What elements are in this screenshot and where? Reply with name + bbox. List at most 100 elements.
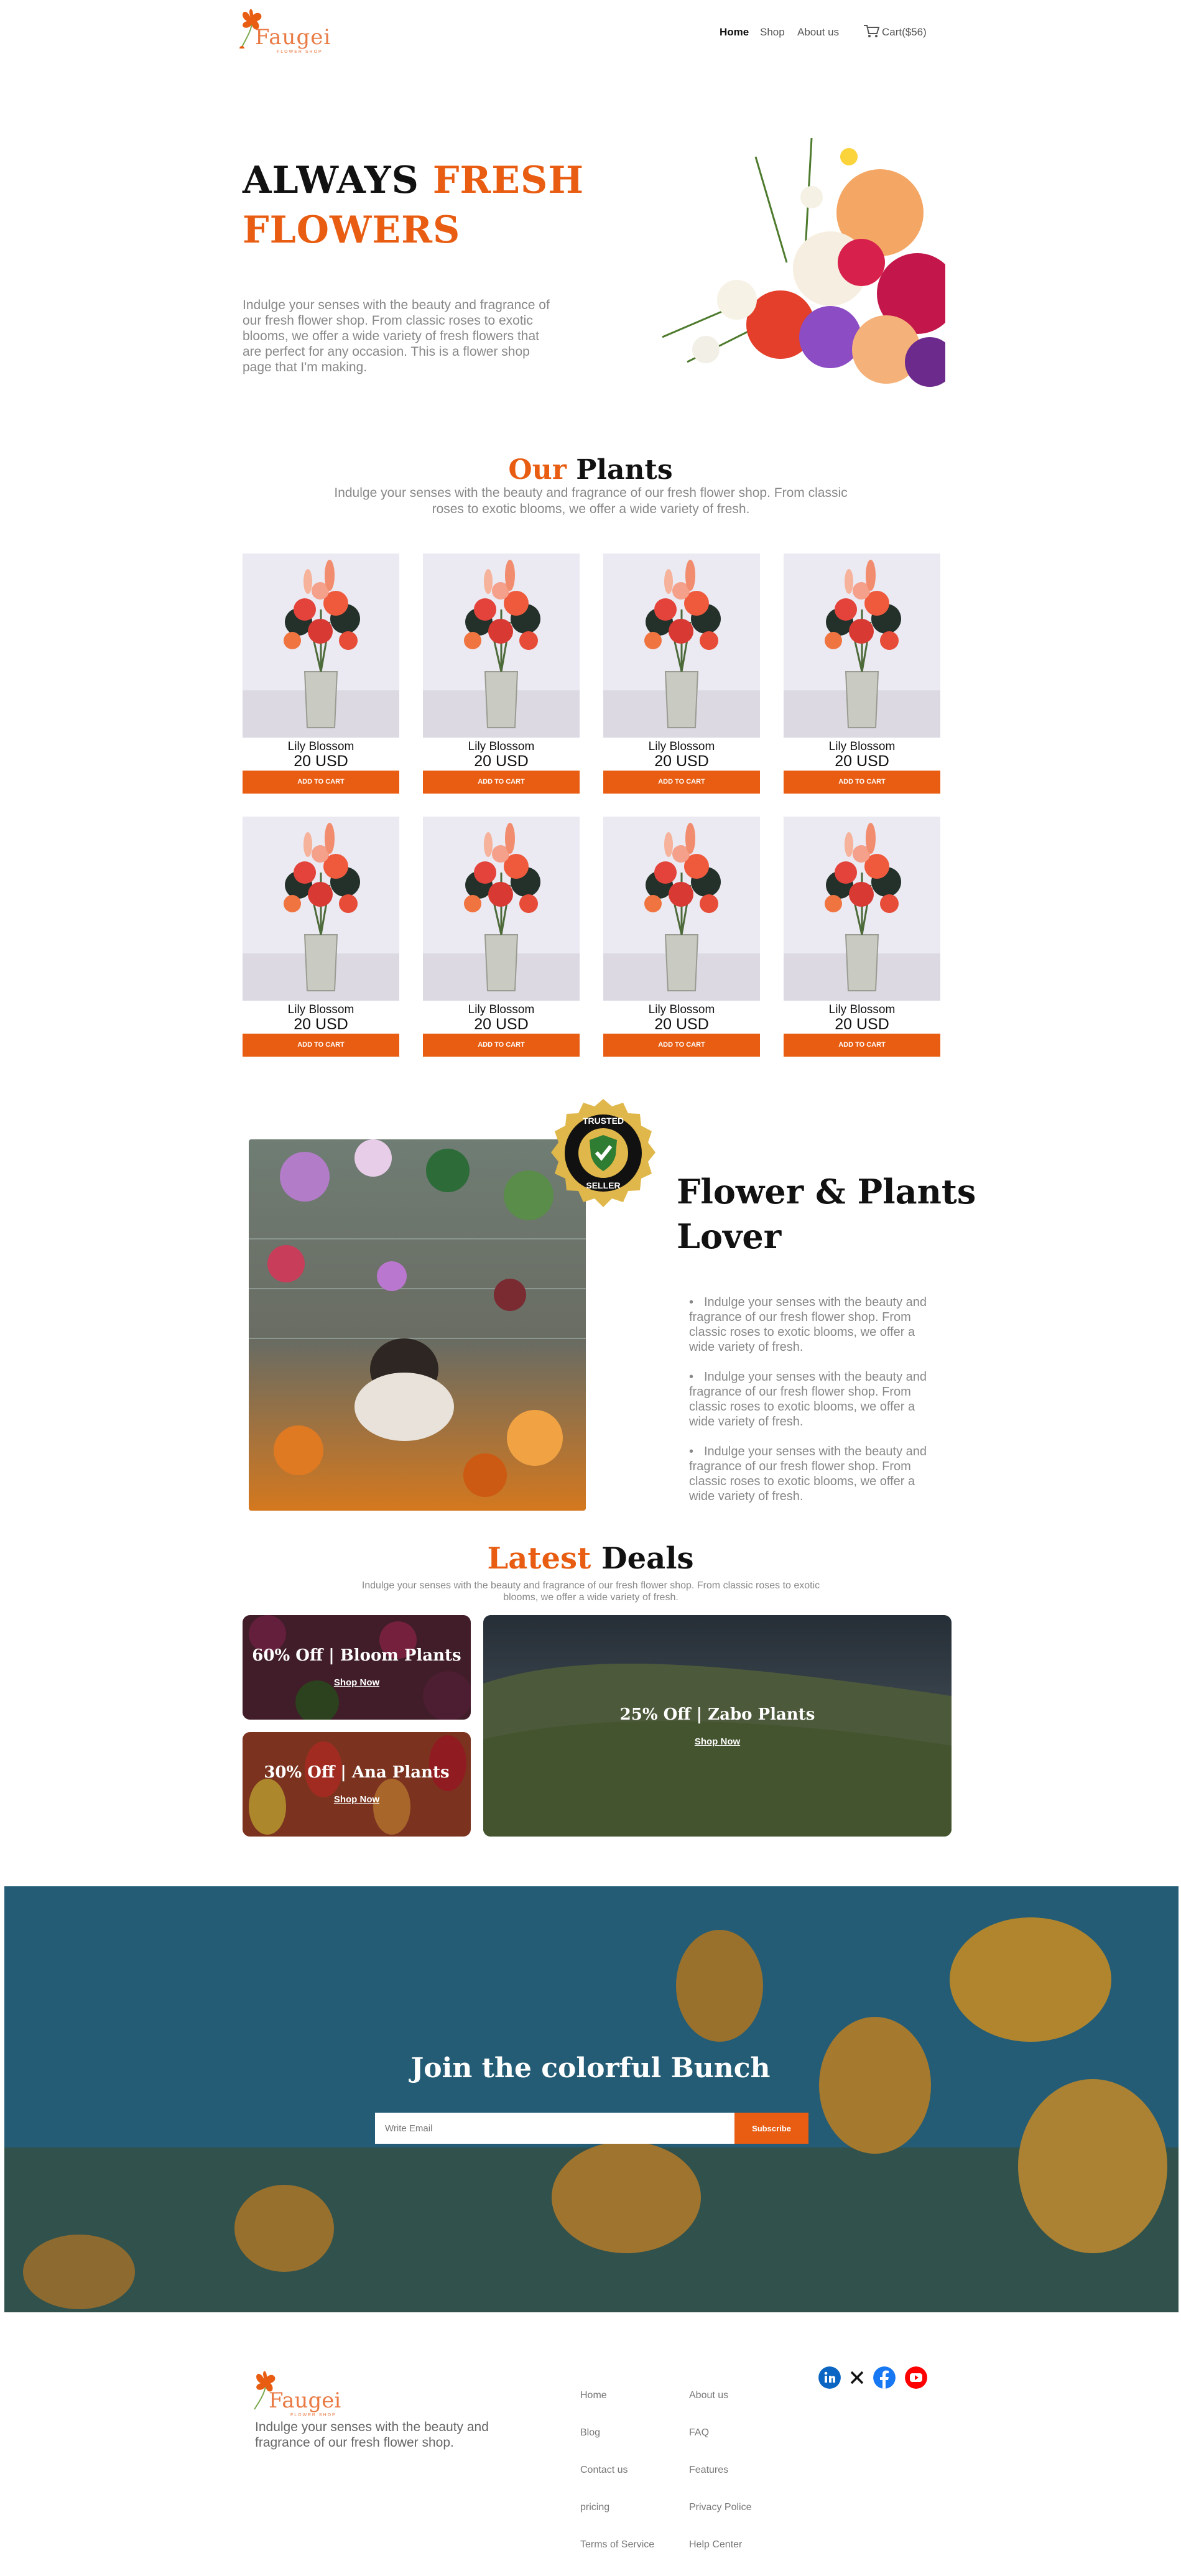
footer-link-blog[interactable]: Blog [580, 2427, 600, 2439]
hero-description: Indulge your senses with the beauty and … [243, 298, 550, 374]
hero-title-always: ALWAYS [243, 159, 419, 202]
lover-bullet: Indulge your senses with the beauty and … [689, 1369, 938, 1429]
cart-icon[interactable] [863, 24, 880, 39]
facebook-icon[interactable] [873, 2366, 896, 2389]
deal-card-ana[interactable]: 30% Off | Ana Plants Shop Now [243, 1732, 471, 1837]
product-image [423, 554, 580, 738]
footer-link-pricing[interactable]: pricing [580, 2502, 609, 2513]
lover-title: Flower & Plants Lover [677, 1169, 976, 1259]
footer-link-privacy[interactable]: Privacy Police [689, 2502, 751, 2513]
product-card[interactable]: Lily Blossom 20 USD ADD TO CART [243, 554, 399, 794]
badge-bottom-text: SELLER [586, 1180, 620, 1190]
product-name: Lily Blossom [648, 1003, 715, 1016]
deal-title: 60% Off | Bloom Plants [252, 1646, 461, 1665]
add-to-cart-button[interactable]: ADD TO CART [784, 1034, 940, 1057]
badge-top-text: TRUSTED [583, 1116, 624, 1126]
footer-description: Indulge your senses with the beauty and … [255, 2420, 489, 2450]
product-price: 20 USD [835, 753, 889, 770]
product-name: Lily Blossom [468, 1003, 535, 1016]
newsletter-banner [4, 1886, 1179, 2312]
brand-tagline: FLOWER SHOP [277, 50, 323, 54]
footer-link-home[interactable]: Home [580, 2390, 607, 2401]
shop-now-link[interactable]: Shop Now [243, 1794, 471, 1805]
nav-shop[interactable]: Shop [760, 26, 785, 39]
lover-title-line1: Flower & Plants [677, 1172, 976, 1212]
x-icon[interactable] [846, 2366, 868, 2389]
footer-link-terms[interactable]: Terms of Service [580, 2539, 654, 2551]
product-card[interactable]: Lily Blossom 20 USD ADD TO CART [603, 817, 760, 1057]
product-name: Lily Blossom [468, 740, 535, 753]
product-price: 20 USD [654, 753, 709, 770]
hero-title-flowers: FLOWERS [243, 208, 461, 252]
product-name: Lily Blossom [828, 1003, 896, 1016]
product-card[interactable]: Lily Blossom 20 USD ADD TO CART [243, 817, 399, 1057]
product-name: Lily Blossom [287, 740, 354, 753]
add-to-cart-button[interactable]: ADD TO CART [784, 771, 940, 794]
deals-subtitle: Indulge your senses with the beauty and … [361, 1580, 820, 1603]
product-price: 20 USD [835, 1016, 889, 1033]
add-to-cart-button[interactable]: ADD TO CART [243, 1034, 399, 1057]
shop-now-link[interactable]: Shop Now [243, 1677, 471, 1688]
newsletter-title: Join the colorful Bunch [410, 2052, 771, 2084]
product-image [243, 817, 399, 1001]
footer-link-about[interactable]: About us [689, 2390, 728, 2401]
product-card[interactable]: Lily Blossom 20 USD ADD TO CART [423, 554, 580, 794]
footer-link-contact[interactable]: Contact us [580, 2465, 628, 2476]
site-header: Faugei FLOWER SHOP Home Shop About us Ca… [0, 0, 1181, 68]
footer-link-help[interactable]: Help Center [689, 2539, 742, 2551]
product-name: Lily Blossom [287, 1003, 354, 1016]
youtube-icon[interactable] [905, 2366, 927, 2389]
add-to-cart-button[interactable]: ADD TO CART [243, 771, 399, 794]
deals-title-deals: Deals [601, 1541, 694, 1576]
product-price: 20 USD [474, 753, 529, 770]
nav-about[interactable]: About us [797, 26, 839, 39]
plants-title-our: Our [508, 454, 567, 486]
add-to-cart-button[interactable]: ADD TO CART [423, 771, 580, 794]
product-price: 20 USD [654, 1016, 709, 1033]
deals-title: Latest Deals [0, 1541, 1181, 1576]
plants-subtitle: Indulge your senses with the beauty and … [334, 486, 848, 516]
email-input[interactable] [375, 2113, 734, 2144]
hero-title: ALWAYS FRESH FLOWERS [243, 155, 584, 255]
product-price: 20 USD [474, 1016, 529, 1033]
product-card[interactable]: Lily Blossom 20 USD ADD TO CART [423, 817, 580, 1057]
product-card[interactable]: Lily Blossom 20 USD ADD TO CART [784, 554, 940, 794]
add-to-cart-button[interactable]: ADD TO CART [603, 771, 760, 794]
footer-link-faq[interactable]: FAQ [689, 2427, 709, 2439]
add-to-cart-button[interactable]: ADD TO CART [603, 1034, 760, 1057]
nav-home[interactable]: Home [720, 26, 749, 39]
footer-brand-tagline: FLOWER SHOP [290, 2413, 336, 2417]
plants-title: Our Plants [0, 454, 1181, 486]
hero-bouquet-image [662, 138, 945, 387]
brand-name[interactable]: Faugei [255, 25, 331, 50]
deal-card-zabo[interactable]: 25% Off | Zabo Plants Shop Now [483, 1615, 952, 1837]
product-image [243, 554, 399, 738]
deal-title: 25% Off | Zabo Plants [619, 1705, 815, 1724]
product-name: Lily Blossom [648, 740, 715, 753]
product-card[interactable]: Lily Blossom 20 USD ADD TO CART [603, 554, 760, 794]
nav-cart[interactable]: Cart($56) [882, 26, 927, 39]
subscribe-button[interactable]: Subscribe [734, 2113, 808, 2144]
product-price: 20 USD [294, 753, 348, 770]
deal-title: 30% Off | Ana Plants [264, 1763, 450, 1782]
product-image [784, 817, 940, 1001]
lover-bullet: Indulge your senses with the beauty and … [689, 1444, 938, 1504]
florist-photo [249, 1139, 586, 1511]
product-card[interactable]: Lily Blossom 20 USD ADD TO CART [784, 817, 940, 1057]
product-image [603, 817, 760, 1001]
product-price: 20 USD [294, 1016, 348, 1033]
hero-title-fresh: FRESH [432, 159, 585, 202]
lover-title-line2: Lover [677, 1216, 782, 1256]
footer-brand-name: Faugei [269, 2388, 341, 2413]
product-name: Lily Blossom [828, 740, 896, 753]
product-image [784, 554, 940, 738]
footer-link-features[interactable]: Features [689, 2465, 728, 2476]
plants-title-plants: Plants [576, 454, 673, 486]
add-to-cart-button[interactable]: ADD TO CART [423, 1034, 580, 1057]
lover-bullets: Indulge your senses with the beauty and … [689, 1295, 938, 1519]
deal-card-bloom[interactable]: 60% Off | Bloom Plants Shop Now [243, 1615, 471, 1720]
linkedin-icon[interactable] [818, 2366, 841, 2389]
trusted-seller-badge: TRUSTED SELLER [551, 1099, 655, 1207]
deals-title-latest: Latest [487, 1541, 591, 1576]
shop-now-link[interactable]: Shop Now [483, 1736, 952, 1747]
